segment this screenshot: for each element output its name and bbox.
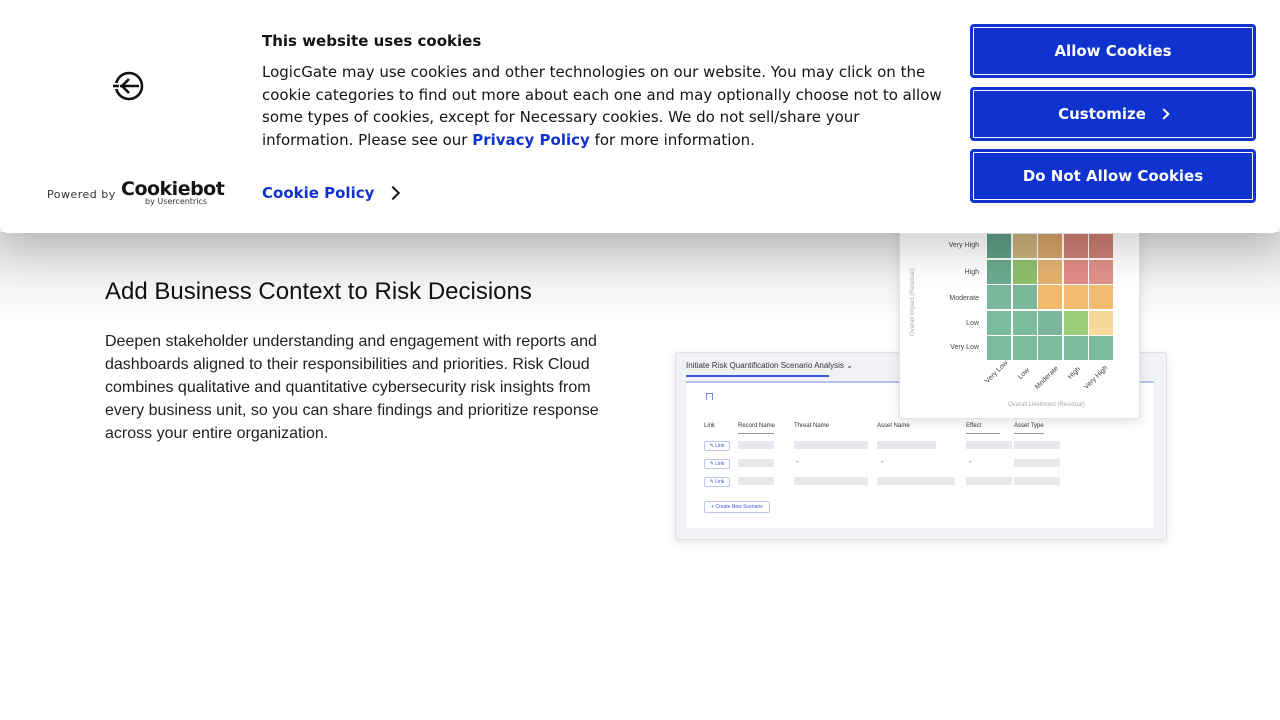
heatmap-cell (987, 285, 1011, 309)
empty-cell-dash: - (969, 457, 972, 466)
table-cell (1014, 477, 1060, 485)
column-header-threat-name: Threat Name (794, 423, 830, 429)
heatmap-x-label: Low (1017, 366, 1032, 381)
heatmap-cell (987, 234, 1011, 258)
heatmap-cell (1012, 259, 1037, 284)
cookie-banner-title: This website uses cookies (262, 32, 482, 50)
heatmap-cell (1012, 336, 1037, 360)
heatmap-x-label: Very Low (984, 359, 1010, 385)
column-header-link: Link (704, 423, 716, 429)
heatmap-cell (1063, 234, 1088, 258)
powered-by-text: Powered by (47, 188, 116, 201)
heatmap-y-label: Low (966, 320, 979, 327)
heatmap-cell (1063, 259, 1088, 284)
heatmap-cell (987, 259, 1011, 284)
heatmap-cell (1012, 234, 1037, 258)
column-header-asset-name: Asset Name (877, 423, 910, 429)
table-cell (794, 477, 868, 485)
heatmap-cell (1012, 310, 1037, 335)
table-cell (738, 459, 774, 467)
scenario-table-title: Initiate Risk Quantification Scenario An… (686, 361, 853, 370)
heatmap-cell (1012, 285, 1037, 309)
description-text-end: for more information. (589, 131, 755, 150)
heatmap-cell (1038, 285, 1062, 309)
heatmap-cell (1089, 285, 1113, 309)
risk-heatmap-image: Very High High Moderate Low Very Low Ver… (899, 215, 1140, 419)
heatmap-y-label: High (964, 269, 979, 276)
cookie-banner: Powered by Cookiebot by Usercentrics Thi… (0, 0, 1280, 233)
do-not-allow-cookies-button[interactable]: Do Not Allow Cookies (970, 149, 1256, 203)
column-header-record-name: Record Name (738, 423, 776, 429)
table-cell (877, 441, 936, 449)
table-cell (738, 477, 774, 485)
chevron-right-icon (1158, 108, 1170, 120)
heatmap-cell (1063, 336, 1088, 360)
row-link-button: ✎ Link (704, 477, 730, 487)
column-header-asset-type: Asset Type (1014, 423, 1044, 429)
heatmap-cell (1063, 310, 1088, 335)
heatmap-x-label: Moderate (1034, 365, 1060, 391)
heatmap-cell (1089, 336, 1113, 360)
bookmark-icon (706, 393, 713, 400)
cookie-policy-label: Cookie Policy (262, 184, 375, 202)
allow-cookies-label: Allow Cookies (1054, 42, 1172, 60)
heatmap-y-label: Very Low (950, 344, 979, 351)
customize-label: Customize (1058, 105, 1146, 123)
heatmap-cell (987, 310, 1011, 335)
cookie-banner-description: LogicGate may use cookies and other tech… (262, 61, 952, 152)
row-link-button: ✎ Link (704, 441, 730, 451)
table-cell (966, 441, 1012, 449)
heatmap-cell (1089, 259, 1113, 284)
heatmap-cell (1038, 259, 1062, 284)
heatmap-cell (1063, 285, 1088, 309)
logicgate-logo-icon (113, 71, 144, 101)
heatmap-y-axis-title: Overall Impact (Residual) (910, 268, 916, 336)
heatmap-cell (1038, 336, 1062, 360)
heatmap-x-label: High (1067, 365, 1083, 381)
title-underline (686, 375, 829, 377)
table-cell (1014, 441, 1060, 449)
empty-cell-dash: - (796, 457, 799, 466)
table-cell (794, 441, 868, 449)
cookie-policy-link[interactable]: Cookie Policy (262, 184, 401, 202)
row-link-button: ✎ Link (704, 459, 730, 469)
section-heading: Add Business Context to Risk Decisions (105, 278, 532, 305)
heatmap-y-label: Very High (948, 242, 979, 249)
allow-cookies-button[interactable]: Allow Cookies (970, 24, 1256, 78)
section-body-text: Deepen stakeholder understanding and eng… (105, 333, 599, 442)
heatmap-cell (1089, 310, 1113, 335)
header-underline (966, 433, 1000, 434)
heatmap-cell (1038, 310, 1062, 335)
heatmap-cell (1089, 234, 1113, 258)
customize-button[interactable]: Customize (970, 87, 1256, 141)
column-header-effect: Effect (966, 423, 982, 429)
table-cell (877, 477, 955, 485)
chevron-right-icon (386, 185, 401, 201)
empty-cell-dash: - (881, 457, 884, 466)
table-cell (966, 477, 1012, 485)
table-cell (738, 441, 774, 449)
heatmap-x-axis-title: Overall Likelihood (Residual) (1008, 402, 1085, 408)
heatmap-y-label: Moderate (949, 295, 979, 302)
heatmap-cell (1038, 234, 1062, 258)
heatmap-cell (987, 336, 1011, 360)
usercentrics-text: by Usercentrics (145, 197, 208, 206)
table-cell (1014, 459, 1060, 467)
heatmap-x-label: Very High (1083, 364, 1110, 391)
header-underline (738, 433, 774, 434)
create-new-scenario-button: + Create New Scenario (704, 501, 770, 513)
privacy-policy-link[interactable]: Privacy Policy (472, 131, 590, 149)
header-underline (1014, 433, 1044, 434)
deny-cookies-label: Do Not Allow Cookies (1022, 167, 1204, 185)
